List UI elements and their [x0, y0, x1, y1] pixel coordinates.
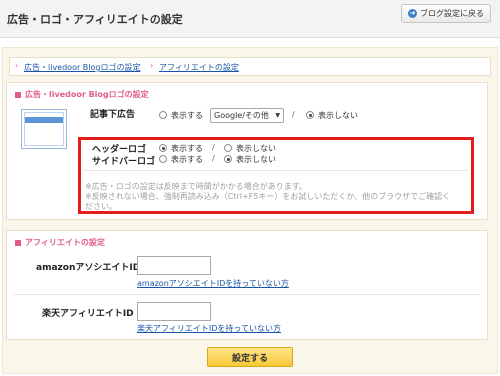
back-button-label: ブログ設定に戻る: [420, 9, 484, 18]
rakuten-id-label: 楽天アフィリエイトID: [42, 309, 134, 319]
under-article-hide-radio[interactable]: [306, 111, 314, 119]
amazon-id-label: amazonアソシエイトID: [36, 263, 141, 273]
breadcrumb-ad-logo-link[interactable]: 広告・livedoor Blogロゴの設定: [24, 62, 140, 73]
rakuten-no-id-link[interactable]: 楽天アフィリエイトIDを持っていない方: [137, 323, 281, 334]
notice-line-2: ※反映されない場合、強制再読み込み（Ctrl+F5キー）をお試しいただくか、他の…: [85, 192, 451, 201]
back-to-blog-settings-button[interactable]: ➜ ブログ設定に戻る: [401, 4, 491, 23]
section-header: アフィリエイトの設定: [15, 237, 105, 248]
radio-label: 表示する: [171, 144, 203, 153]
header-logo-hide-radio[interactable]: [224, 144, 232, 152]
page-title: 広告・ロゴ・アフィリエイトの設定: [7, 13, 183, 26]
sidebar-logo-label: サイドバーロゴ: [92, 157, 156, 167]
top-bar: 広告・ロゴ・アフィリエイトの設定 ➜ ブログ設定に戻る: [0, 0, 500, 38]
separator: /: [212, 143, 215, 152]
radio-label: 表示しない: [318, 111, 358, 120]
submit-button[interactable]: 設定する: [207, 347, 293, 367]
under-article-ad-label: 記事下広告: [90, 110, 136, 120]
arrow-icon: ›: [150, 61, 154, 70]
separator: /: [212, 154, 215, 163]
square-icon: [15, 239, 21, 246]
section-title: アフィリエイトの設定: [25, 238, 105, 247]
breadcrumb-affiliate-link[interactable]: アフィリエイトの設定: [159, 62, 239, 73]
radio-label: 表示しない: [236, 144, 276, 153]
rakuten-id-input[interactable]: [137, 302, 211, 321]
notice-line-1: ※広告・ロゴの設定は反映まで時間がかかる場合があります。: [85, 182, 307, 191]
select-value: Google/その他: [214, 111, 269, 120]
divider: [14, 294, 480, 295]
radio-label: 表示する: [171, 155, 203, 164]
sidebar-logo-show-radio[interactable]: [159, 155, 167, 163]
arrow-icon: ➜: [408, 9, 417, 18]
header-logo-show-radio[interactable]: [159, 144, 167, 152]
section-header: 広告・livedoor Blogロゴの設定: [15, 89, 149, 100]
radio-label: 表示する: [171, 111, 203, 120]
amazon-no-id-link[interactable]: amazonアソシエイトIDを持っていない方: [137, 278, 289, 289]
section-title: 広告・livedoor Blogロゴの設定: [25, 90, 149, 99]
ad-provider-select[interactable]: Google/その他 ▼: [210, 108, 284, 123]
breadcrumb: › 広告・livedoor Blogロゴの設定 › アフィリエイトの設定: [9, 57, 491, 76]
notice-line-3: ださい。: [85, 202, 117, 211]
arrow-icon: ›: [15, 61, 19, 70]
amazon-id-input[interactable]: [137, 256, 211, 275]
divider: [84, 170, 468, 171]
separator: /: [292, 110, 295, 119]
layout-preview-image: [21, 109, 67, 149]
radio-label: 表示しない: [236, 155, 276, 164]
sidebar-logo-hide-radio[interactable]: [224, 155, 232, 163]
square-icon: [15, 91, 21, 98]
chevron-down-icon: ▼: [275, 112, 280, 119]
under-article-show-radio[interactable]: [159, 111, 167, 119]
